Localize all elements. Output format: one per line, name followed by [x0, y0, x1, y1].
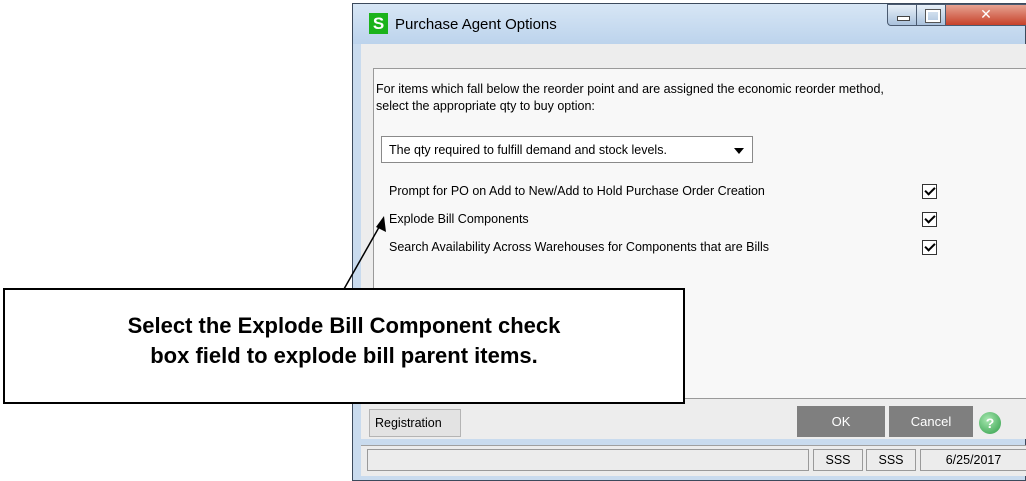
- annotation-callout: Select the Explode Bill Component check …: [3, 288, 685, 404]
- callout-arrow: [343, 216, 386, 290]
